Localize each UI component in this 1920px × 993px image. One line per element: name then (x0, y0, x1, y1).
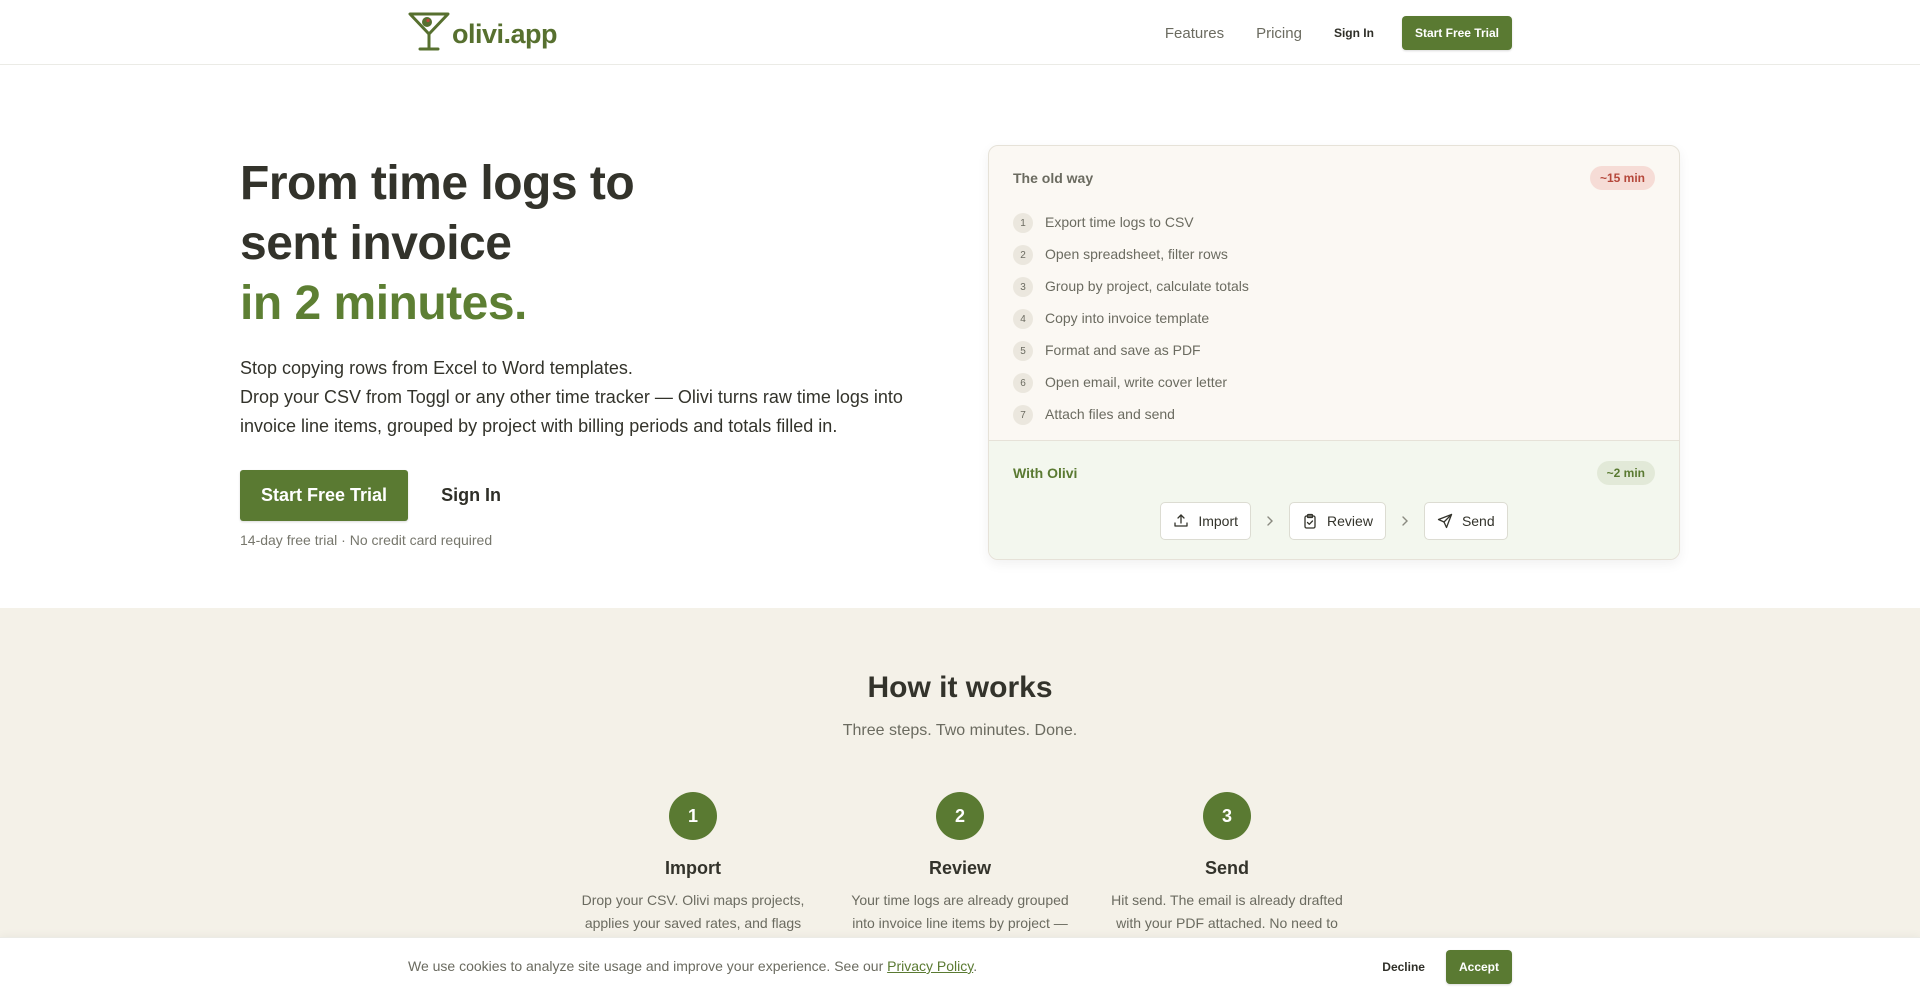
clipboard-check-icon (1304, 513, 1316, 529)
how-step-import: 1 Import Drop your CSV. Olivi maps proje… (577, 792, 809, 935)
step-text: Group by project, calculate totals (1045, 278, 1249, 294)
cookie-message: We use cookies to analyze site usage and… (408, 958, 977, 974)
hero-start-trial-button[interactable]: Start Free Trial (240, 470, 409, 521)
hero-subtitle: Stop copying rows from Excel to Word tem… (240, 354, 940, 441)
old-way-time-badge: ~15 min (1589, 166, 1655, 190)
old-way-step: 7 Attach files and send (1013, 398, 1249, 430)
how-step-desc-line: Drop your CSV. Olivi maps projects, (581, 892, 805, 908)
how-step-review: 2 Review Your time logs are already grou… (844, 792, 1076, 935)
chevron-right-icon (1265, 516, 1275, 526)
step-text: Format and save as PDF (1045, 342, 1201, 358)
step-number: 5 (1013, 341, 1033, 361)
hero-trial-note: 14-day free trial · No credit card requi… (240, 532, 493, 548)
flow-review-label: Review (1327, 513, 1373, 529)
step-number: 7 (1013, 405, 1033, 425)
how-step-send: 3 Send Hit send. The email is already dr… (1111, 792, 1343, 935)
hero-subtitle-line-3: invoice line items, grouped by project w… (240, 416, 838, 436)
hero-cta-group: Start Free Trial Sign In (240, 470, 501, 521)
step-text: Open spreadsheet, filter rows (1045, 246, 1228, 262)
how-step-desc-line: into invoice line items by project — (852, 915, 1068, 931)
cookie-accept-button[interactable]: Accept (1445, 950, 1512, 984)
how-step-desc-line: Your time logs are already grouped (851, 892, 1069, 908)
old-way-step: 4 Copy into invoice template (1013, 302, 1249, 334)
olivi-way-header: With Olivi ~2 min (1013, 461, 1655, 485)
how-step-name: Review (928, 858, 992, 878)
olivi-flow: Import Review Send (989, 502, 1679, 540)
hero-sign-in-link[interactable]: Sign In (441, 485, 501, 506)
flow-send-label: Send (1461, 513, 1495, 529)
how-step-number: 3 (1203, 792, 1251, 840)
step-number: 2 (1013, 245, 1033, 265)
step-text: Export time logs to CSV (1045, 214, 1194, 230)
step-number: 1 (1013, 213, 1033, 233)
how-it-works-subtitle: Three steps. Two minutes. Done. (842, 722, 1078, 739)
olivi-way-time-badge: ~2 min (1596, 461, 1655, 485)
old-way-steps: 1 Export time logs to CSV 2 Open spreadshe… (1013, 206, 1249, 430)
old-way-step: 2 Open spreadsheet, filter rows (1013, 238, 1249, 270)
nav-pricing-link[interactable]: Pricing (1256, 25, 1302, 42)
cookie-banner: We use cookies to analyze site usage and… (0, 937, 1920, 993)
how-step-number: 1 (669, 792, 717, 840)
cookie-actions: Decline Accept (1382, 950, 1512, 984)
old-way-header: The old way ~15 min (1013, 166, 1655, 190)
step-number: 4 (1013, 309, 1033, 329)
nav-start-trial-button[interactable]: Start Free Trial (1401, 16, 1512, 50)
how-step-description: Your time logs are already grouped into … (844, 889, 1076, 935)
flow-review-button[interactable]: Review (1289, 502, 1386, 540)
flow-import-label: Import (1198, 513, 1239, 529)
nav-features-link[interactable]: Features (1165, 25, 1224, 42)
hero-title: From time logs to sent invoice in 2 minu… (240, 154, 635, 334)
old-way-label: The old way (1013, 170, 1094, 186)
chevron-right-icon (1400, 516, 1410, 526)
step-text: Copy into invoice template (1045, 310, 1210, 326)
hero-title-accent: in 2 minutes. (240, 277, 527, 330)
old-way-step: 1 Export time logs to CSV (1013, 206, 1249, 238)
martini-glass-icon (408, 10, 450, 57)
olivi-way-label: With Olivi (1013, 465, 1078, 481)
step-text: Open email, write cover letter (1045, 374, 1228, 390)
upload-icon (1174, 514, 1188, 527)
how-step-description: Drop your CSV. Olivi maps projects, appl… (577, 889, 809, 935)
how-it-works-title: How it works (867, 671, 1053, 704)
cookie-text: We use cookies to analyze site usage and… (408, 958, 884, 974)
privacy-policy-link[interactable]: Privacy Policy (887, 958, 973, 974)
step-text: Attach files and send (1045, 406, 1175, 422)
how-step-number: 2 (936, 792, 984, 840)
step-number: 6 (1013, 373, 1033, 393)
step-number: 3 (1013, 277, 1033, 297)
hero-title-line-2: sent invoice (240, 217, 512, 270)
how-step-description: Hit send. The email is already drafted w… (1111, 889, 1343, 935)
cookie-period: . (973, 958, 978, 974)
olivi-way-panel: With Olivi ~2 min Import Review Send (989, 441, 1679, 559)
old-way-step: 6 Open email, write cover letter (1013, 366, 1249, 398)
old-way-step: 5 Format and save as PDF (1013, 334, 1249, 366)
flow-send-button[interactable]: Send (1423, 502, 1508, 540)
hero-title-line-1: From time logs to (240, 157, 635, 210)
how-step-desc-line: Hit send. The email is already drafted (1111, 892, 1343, 908)
how-step-name: Import (665, 858, 721, 878)
main-nav: Features Pricing Sign In Start Free Tria… (1165, 16, 1512, 50)
comparison-card: The old way ~15 min 1 Export time logs to… (988, 145, 1680, 560)
old-way-panel: The old way ~15 min 1 Export time logs to… (989, 146, 1679, 441)
hero-subtitle-line-2: Drop your CSV from Toggl or any other ti… (240, 387, 903, 407)
how-it-works-section: How it works Three steps. Two minutes. D… (0, 608, 1920, 993)
hero-subtitle-line-1: Stop copying rows from Excel to Word tem… (240, 358, 633, 378)
logo-text: olivi.app (452, 19, 558, 49)
site-header: olivi.app Features Pricing Sign In Start… (0, 0, 1920, 65)
how-step-desc-line: applies your saved rates, and flags (584, 915, 802, 931)
nav-sign-in-link[interactable]: Sign In (1334, 26, 1374, 40)
logo-link[interactable]: olivi.app (408, 10, 558, 57)
how-step-desc-line: with your PDF attached. No need to (1116, 915, 1338, 931)
old-way-step: 3 Group by project, calculate totals (1013, 270, 1249, 302)
how-step-name: Send (1204, 858, 1249, 878)
flow-import-button[interactable]: Import (1160, 502, 1252, 540)
send-icon (1437, 513, 1453, 529)
cookie-decline-button[interactable]: Decline (1382, 960, 1425, 974)
